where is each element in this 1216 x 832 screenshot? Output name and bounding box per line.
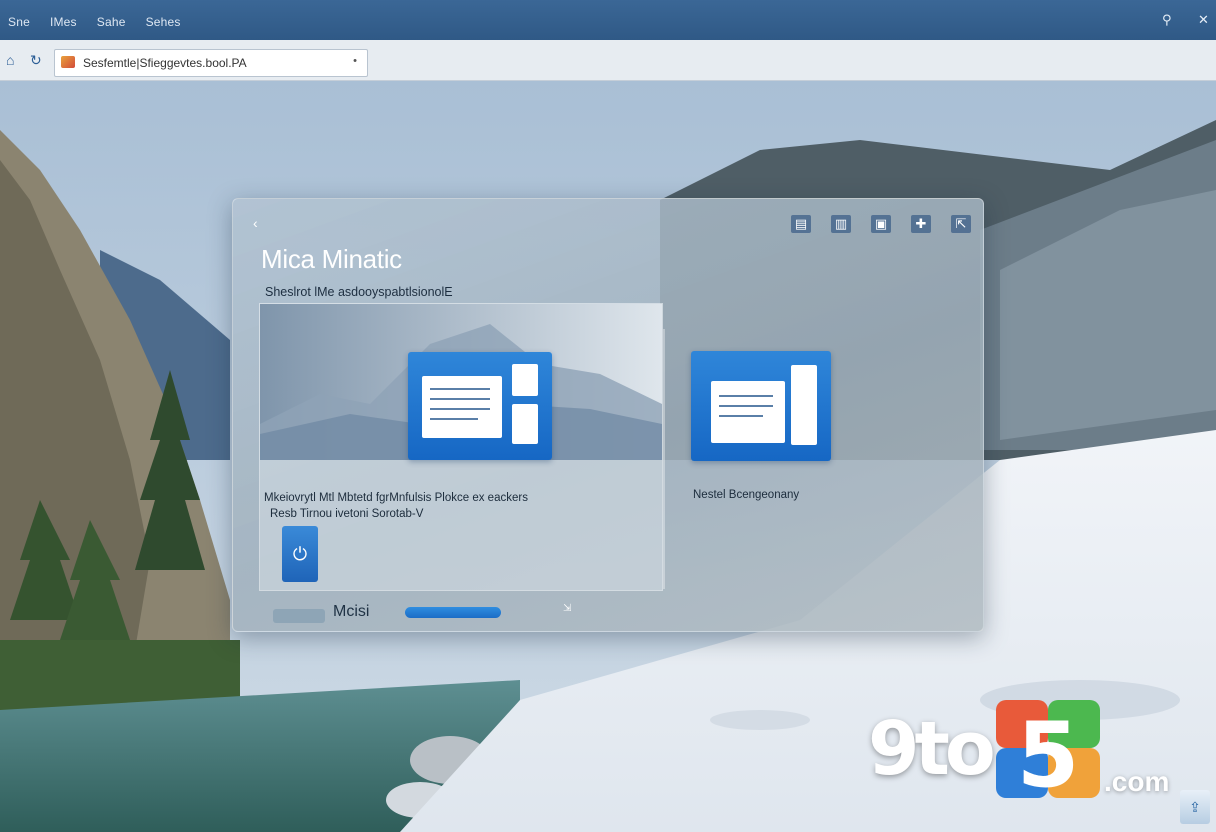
title-bar: Sne IMes Sahe Sehes ⚲ ✕ (0, 0, 1216, 40)
file-icon[interactable]: ▤ (791, 215, 811, 233)
progress-bar (405, 607, 501, 618)
logo-mark-icon: 5 (996, 700, 1100, 800)
share-corner-icon[interactable]: ⇪ (1180, 790, 1210, 824)
refresh-icon[interactable]: ↻ (30, 52, 42, 69)
card-divider (663, 329, 665, 589)
close-icon[interactable]: ✕ (1198, 12, 1209, 28)
menu-item-1[interactable]: Sne (8, 15, 30, 29)
dialog-subtitle: Sheslrot lMe asdooyspabtlsionolE (265, 285, 453, 299)
home-icon[interactable]: ⌂ (6, 52, 14, 68)
watermark-brand: 9to (868, 706, 996, 792)
dropdown-icon[interactable]: • (353, 55, 357, 67)
expand-icon[interactable]: ⇲ (563, 603, 571, 614)
documents-tile[interactable] (691, 351, 831, 461)
share-icon[interactable]: ⇱ (951, 215, 971, 233)
left-card-description: Mkeiovrytl Mtl Mbtetd fgrMnfulsis Plokce… (264, 490, 564, 522)
desc-line-2: Resb Tirnou ivetoni Sorotab-V (270, 508, 424, 520)
right-card-caption: Nestel Bcengeonany (693, 489, 800, 501)
menu-item-4[interactable]: Sehes (146, 15, 181, 29)
chart-icon[interactable]: ▥ (831, 215, 851, 233)
file-explorer-tile[interactable] (408, 352, 552, 460)
secondary-button[interactable] (273, 609, 325, 623)
top-menu: Sne IMes Sahe Sehes (8, 15, 181, 29)
app-icon[interactable]: ⏻ (282, 526, 318, 582)
watermark-logo: 5 9to .com (868, 700, 1198, 810)
dialog-footer: Mcisi ⇲ (233, 591, 983, 631)
footer-label: Mcisi (333, 603, 370, 620)
menu-item-3[interactable]: Sahe (97, 15, 126, 29)
mica-dialog: ‹ ▤ ▥ ▣ ✚ ⇱ Mica Minatic Sheslrot lMe as… (232, 198, 984, 632)
dialog-title: Mica Minatic (261, 244, 402, 274)
watermark-suffix: .com (1104, 766, 1170, 797)
pin-icon[interactable]: ✚ (911, 215, 931, 233)
menu-item-2[interactable]: IMes (50, 15, 77, 29)
back-icon[interactable]: ‹ (253, 215, 258, 231)
desc-line-1: Mkeiovrytl Mtl Mbtetd fgrMnfulsis Plokce… (264, 492, 528, 504)
svg-text:5: 5 (1017, 703, 1080, 800)
search-icon[interactable]: ⚲ (1162, 12, 1172, 28)
image-icon[interactable]: ▣ (871, 215, 891, 233)
dialog-toolbar: ▤ ▥ ▣ ✚ ⇱ (791, 215, 971, 233)
address-field[interactable]: Sesfemtle|Sfieggevtes.bool.PA • (54, 49, 368, 77)
left-card[interactable]: Mkeiovrytl Mtl Mbtetd fgrMnfulsis Plokce… (259, 303, 663, 591)
favicon-icon (61, 56, 75, 68)
url-text: Sesfemtle|Sfieggevtes.bool.PA (83, 56, 247, 70)
